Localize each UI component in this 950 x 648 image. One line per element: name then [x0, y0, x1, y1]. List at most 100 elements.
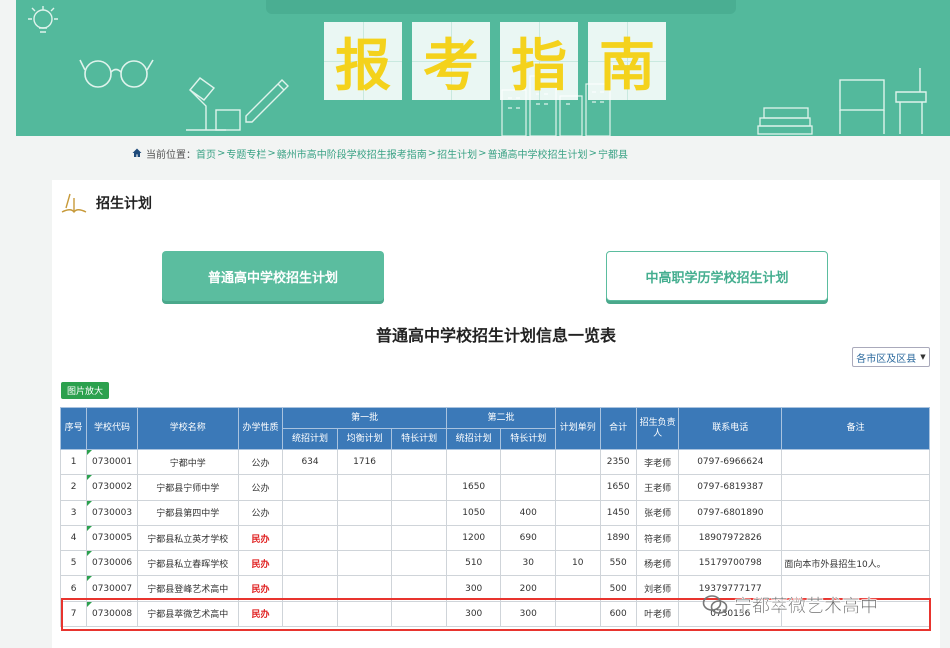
- cell-b2-unified: 1200: [445, 524, 502, 552]
- cell-b2-specialty: 200: [500, 575, 557, 602]
- lightbulb-icon: [28, 6, 58, 33]
- cell-b1-specialty: [391, 575, 447, 602]
- cell-b1-specialty: [391, 474, 447, 501]
- zoom-image-button[interactable]: 图片放大: [61, 382, 109, 399]
- cell-name: 宁都县宁师中学: [136, 474, 239, 501]
- cell-phone: 18907972826: [678, 524, 783, 552]
- cell-plan-list: [555, 499, 601, 526]
- banner-title-char: 南: [588, 22, 666, 100]
- cell-b2-specialty: 30: [500, 550, 557, 577]
- breadcrumb-link-home[interactable]: 首页: [196, 146, 216, 161]
- cell-code: 0730006: [86, 550, 138, 577]
- breadcrumb-link-special[interactable]: 专题专栏: [226, 146, 266, 161]
- cell-total: 500: [599, 575, 637, 602]
- table-row: 1 0730001 宁都中学 公办 634 1716 2350 李老师 0797…: [59, 448, 930, 476]
- cell-seq: 3: [59, 499, 88, 526]
- header-b2-specialty: 特长计划: [500, 428, 557, 450]
- cell-remarks: [781, 474, 930, 501]
- header-contact-person: 招生负责人: [635, 407, 680, 450]
- cell-b2-unified: 1650: [445, 474, 502, 501]
- tab-highschool-plan[interactable]: 普通高中学校招生计划: [162, 251, 384, 301]
- cell-contact-person: 叶老师: [635, 600, 680, 628]
- cell-b1-balanced: [336, 550, 393, 577]
- cell-seq: 5: [59, 550, 88, 577]
- header-batch1: 第一批: [282, 407, 447, 429]
- breadcrumb-separator: >: [217, 147, 226, 159]
- breadcrumb: 当前位置： 首页 > 专题专栏 > 赣州市高中阶段学校招生报考指南 > 招生计划…: [132, 144, 628, 162]
- region-select[interactable]: 各市区及区县 ▼: [852, 347, 930, 367]
- header-b1-balanced: 均衡计划: [336, 428, 393, 450]
- cell-nature: 民办: [237, 550, 284, 577]
- cell-code: 0730005: [86, 524, 138, 552]
- header-plan-list: 计划单列: [555, 407, 601, 450]
- watermark: 宁都萃微艺术高中: [702, 592, 878, 618]
- cell-b1-balanced: [336, 575, 393, 602]
- cell-phone: 0797-6819387: [678, 474, 783, 501]
- watermark-text: 宁都萃微艺术高中: [734, 596, 879, 618]
- breadcrumb-link-plan[interactable]: 招生计划: [437, 146, 477, 161]
- banner-title-char: 指: [500, 22, 578, 100]
- cell-remarks: 面向本市外县招生10人。: [781, 550, 930, 577]
- cell-name: 宁都中学: [136, 448, 239, 476]
- header-b1-specialty: 特长计划: [391, 428, 447, 450]
- chat-bubbles-icon: [702, 595, 728, 614]
- cell-b1-balanced: 1716: [336, 448, 393, 476]
- home-icon: [132, 148, 142, 157]
- cell-b2-unified: 1050: [445, 499, 502, 526]
- header-phone: 联系电话: [678, 407, 783, 450]
- books-icon: [757, 107, 813, 135]
- cell-b2-unified: 510: [445, 550, 502, 577]
- table-title: 普通高中学校招生计划信息一览表: [375, 326, 616, 345]
- header-nature: 办学性质: [237, 407, 284, 450]
- cell-b1-unified: [282, 474, 338, 501]
- cell-nature: 民办: [237, 524, 284, 552]
- cell-nature: 公办: [237, 474, 284, 501]
- main-panel: 招生计划 普通高中学校招生计划 中高职学历学校招生计划 普通高中学校招生计划信息…: [52, 180, 940, 648]
- cell-phone: 0797-6801890: [678, 499, 783, 526]
- cell-b2-unified: 300: [445, 575, 502, 602]
- banner-title-char: 报: [324, 22, 402, 100]
- breadcrumb-link-county[interactable]: 宁都县: [598, 146, 628, 161]
- cell-name: 宁都县萃微艺术高中: [136, 600, 239, 628]
- cell-seq: 6: [59, 575, 88, 602]
- cell-plan-list: [555, 448, 601, 476]
- cell-total: 600: [599, 600, 637, 628]
- banner-title: 报 考 指 南: [324, 22, 666, 100]
- cell-b1-unified: [282, 550, 338, 577]
- header-b2-unified: 统招计划: [445, 428, 502, 450]
- breadcrumb-link-highschool-plan[interactable]: 普通高中学校招生计划: [488, 146, 588, 161]
- breadcrumb-link-guide[interactable]: 赣州市高中阶段学校招生报考指南: [277, 146, 427, 161]
- cell-b2-specialty: [500, 474, 557, 501]
- cell-b1-specialty: [391, 448, 447, 476]
- cell-seq: 4: [59, 524, 88, 552]
- cell-plan-list: [555, 474, 601, 501]
- cell-b1-balanced: [336, 474, 393, 501]
- cell-nature: 民办: [237, 600, 284, 628]
- cell-b2-specialty: [500, 448, 557, 476]
- cell-contact-person: 张老师: [635, 499, 680, 526]
- cell-b2-unified: [445, 448, 502, 476]
- cell-seq: 7: [59, 600, 88, 628]
- cell-b2-unified: 300: [445, 600, 502, 628]
- cell-b1-balanced: [336, 600, 393, 628]
- cell-phone: 15179700798: [678, 550, 783, 577]
- cell-code: 0730003: [86, 499, 138, 526]
- tab-vocational-plan[interactable]: 中高职学历学校招生计划: [606, 251, 828, 301]
- desk-lamp-icon: [186, 77, 241, 131]
- cell-total: 1450: [599, 499, 637, 526]
- cell-b1-unified: [282, 575, 338, 602]
- cell-contact-person: 符老师: [635, 524, 680, 552]
- cell-b1-unified: [282, 499, 338, 526]
- section-header: 招生计划: [60, 190, 152, 216]
- section-title: 招生计划: [96, 196, 152, 212]
- cell-remarks: [781, 448, 930, 476]
- cell-plan-list: [555, 575, 601, 602]
- cell-code: 0730002: [86, 474, 138, 501]
- cell-name: 宁都县登峰艺术高中: [136, 575, 239, 602]
- cell-nature: 公办: [237, 448, 284, 476]
- cell-seq: 2: [59, 474, 88, 501]
- pencil-icon: [245, 79, 289, 123]
- breadcrumb-separator: >: [267, 147, 276, 159]
- cell-plan-list: [555, 600, 601, 628]
- cell-plan-list: 10: [555, 550, 601, 577]
